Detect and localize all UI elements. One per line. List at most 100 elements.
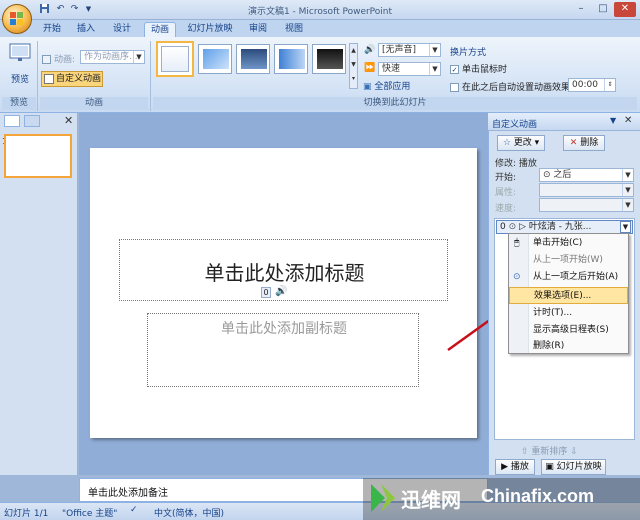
speed-dropdown[interactable]: 快速 ▼ xyxy=(378,62,441,76)
tab-animations[interactable]: 动画 xyxy=(144,22,176,37)
spellcheck-icon[interactable]: ✓ xyxy=(130,505,138,515)
transition-cut-thumb[interactable] xyxy=(312,44,346,74)
slides-tab-icon[interactable] xyxy=(4,115,20,127)
menu-item-label: 从上一项开始(W) xyxy=(533,255,603,265)
transition-black-thumb[interactable] xyxy=(236,44,270,74)
redo-icon[interactable]: ↷ xyxy=(68,3,81,16)
checkbox-unchecked-icon xyxy=(450,83,459,92)
task-pane-header: 自定义动画 ▼ ✕ xyxy=(488,113,640,131)
group-label-transition: 切换到此幻灯片 xyxy=(153,97,637,110)
animation-list-item[interactable]: 0 ⊙ ▷ 叶炫清 - 九张... ▼ xyxy=(496,220,633,234)
window-title: 演示文稿1 - Microsoft PowerPoint xyxy=(247,7,393,17)
save-icon[interactable] xyxy=(38,3,51,16)
close-icon[interactable]: ✕ xyxy=(614,2,636,17)
maximize-icon[interactable]: □ xyxy=(592,2,614,17)
chevron-down-icon[interactable]: ▼ xyxy=(620,221,631,233)
watermark: 迅维网 Chinafix.com xyxy=(363,478,640,520)
animate-label: 动画: xyxy=(42,52,75,65)
start-label: 开始: xyxy=(495,173,517,183)
animation-item-number: 0 xyxy=(500,222,506,232)
menu-item-label: 效果选项(E)... xyxy=(534,291,592,301)
delete-icon: ✕ xyxy=(569,138,578,148)
preview-button[interactable]: 预览 xyxy=(6,42,34,94)
reorder-text: 重新排序 xyxy=(531,447,568,457)
custom-animation-button[interactable]: 自定义动画 xyxy=(41,71,103,87)
sound-object-icon[interactable]: 🔊 xyxy=(275,286,287,297)
custom-animation-icon xyxy=(44,73,54,84)
tab-review[interactable]: 审阅 xyxy=(244,22,272,37)
animate-icon xyxy=(42,55,51,64)
menu-item-label: 删除(R) xyxy=(533,341,565,351)
start-dropdown[interactable]: ⊙ 之后 ▼ xyxy=(539,168,634,182)
delete-label: 删除 xyxy=(580,138,599,148)
menu-item-label: 计时(T)... xyxy=(533,308,573,318)
after-checkbox[interactable]: 在此之后自动设置动画效果: xyxy=(450,80,573,93)
close-pane-icon[interactable]: ✕ xyxy=(64,114,73,127)
menu-item-start-on-click[interactable]: 🖱 单击开始(C) xyxy=(509,235,628,252)
speed-icon: ⏩ xyxy=(364,63,376,73)
task-pane-title: 自定义动画 xyxy=(492,120,538,130)
change-button[interactable]: ☆ 更改 ▾ xyxy=(497,135,545,151)
minimize-icon[interactable]: – xyxy=(570,2,592,17)
play-button[interactable]: ▶ 播放 xyxy=(495,459,535,475)
office-button[interactable] xyxy=(2,4,32,34)
speed-value: 快速 xyxy=(382,64,401,74)
play-icon: ▷ xyxy=(519,222,526,232)
sound-value: [无声音] xyxy=(382,45,417,55)
chevron-down-icon: ▼ xyxy=(429,44,440,56)
menu-item-remove[interactable]: 删除(R) xyxy=(509,338,628,355)
watermark-logo-icon xyxy=(371,484,395,512)
menu-item-with-previous[interactable]: 从上一项开始(W) xyxy=(509,252,628,269)
menu-item-timing[interactable]: 计时(T)... xyxy=(509,305,628,322)
transition-none-thumb[interactable] xyxy=(156,41,194,77)
tab-home[interactable]: 开始 xyxy=(38,22,66,37)
after-time-input[interactable]: 00:00 ⇕ xyxy=(568,78,616,92)
menu-item-advanced-timeline[interactable]: 显示高级日程表(S) xyxy=(509,322,628,339)
dropdown-icon[interactable]: ▼ xyxy=(82,3,95,16)
transition-wipe-thumb[interactable] xyxy=(274,44,308,74)
on-click-checkbox[interactable]: ✓ 单击鼠标时 xyxy=(450,62,507,75)
apply-all-label: 全部应用 xyxy=(374,82,411,92)
group-label-animations: 动画 xyxy=(40,97,148,110)
chevron-down-icon: ▼ xyxy=(622,199,633,211)
animate-dropdown[interactable]: 作为动画序... ▼ xyxy=(80,50,145,64)
modify-label: 修改: 播放 xyxy=(495,159,537,169)
context-menu: 🖱 单击开始(C) 从上一项开始(W) ⊙ 从上一项之后开始(A) 效果选项(E).… xyxy=(508,233,629,354)
pane-menu-icon[interactable]: ▼ xyxy=(610,116,616,125)
advance-header: 换片方式 xyxy=(450,48,487,58)
office-logo-icon xyxy=(10,12,24,26)
change-label: 更改 xyxy=(513,138,532,148)
sound-dropdown[interactable]: [无声音] ▼ xyxy=(378,43,441,57)
clock-icon: ⊙ xyxy=(508,222,517,232)
speed-label: 速度: xyxy=(495,204,517,214)
gallery-scroll[interactable]: ▲ ▼ ▾ xyxy=(349,43,358,89)
title-bar: 演示文稿1 - Microsoft PowerPoint ↶ ↷ ▼ – □ ✕ xyxy=(0,0,640,20)
undo-icon[interactable]: ↶ xyxy=(54,3,67,16)
star-icon: ☆ xyxy=(502,138,511,148)
slideshow-button[interactable]: ▣ 幻灯片放映 xyxy=(541,459,606,475)
property-label: 属性: xyxy=(495,188,517,198)
delete-button[interactable]: ✕ 删除 xyxy=(563,135,605,151)
tab-insert[interactable]: 插入 xyxy=(72,22,100,37)
on-click-label: 单击鼠标时 xyxy=(462,65,508,75)
slide[interactable]: 单击此处添加标题 0 🔊 单击此处添加副标题 xyxy=(90,148,477,438)
menu-item-effect-options[interactable]: 效果选项(E)... xyxy=(509,287,628,304)
slide-thumbnail[interactable] xyxy=(4,134,72,178)
subtitle-placeholder[interactable]: 单击此处添加副标题 xyxy=(147,313,419,387)
tab-view[interactable]: 视图 xyxy=(280,22,308,37)
tab-design[interactable]: 设计 xyxy=(108,22,136,37)
speed-dropdown-pane: ▼ xyxy=(539,198,634,212)
close-icon[interactable]: ✕ xyxy=(624,115,632,126)
transition-fade-thumb[interactable] xyxy=(198,44,232,74)
menu-item-after-previous[interactable]: ⊙ 从上一项之后开始(A) xyxy=(509,269,628,286)
play-label: 播放 xyxy=(510,462,529,472)
chevron-down-icon: ▼ xyxy=(622,184,633,196)
apply-all-button[interactable]: ▣ 全部应用 xyxy=(363,79,410,92)
outline-tab-icon[interactable] xyxy=(24,115,40,127)
slide-count: 幻灯片 1/1 xyxy=(4,509,49,519)
mouse-icon: 🖱 xyxy=(514,238,520,248)
chevron-down-icon: ▼ xyxy=(133,51,144,63)
tab-slideshow[interactable]: 幻灯片放映 xyxy=(182,22,238,37)
ribbon: 预览 预览 动画: 作为动画序... ▼ 自定义动画 动画 ▲ ▼ ▾ 🔊 [无声音]… xyxy=(0,37,640,113)
subtitle-placeholder-text: 单击此处添加副标题 xyxy=(221,321,347,337)
